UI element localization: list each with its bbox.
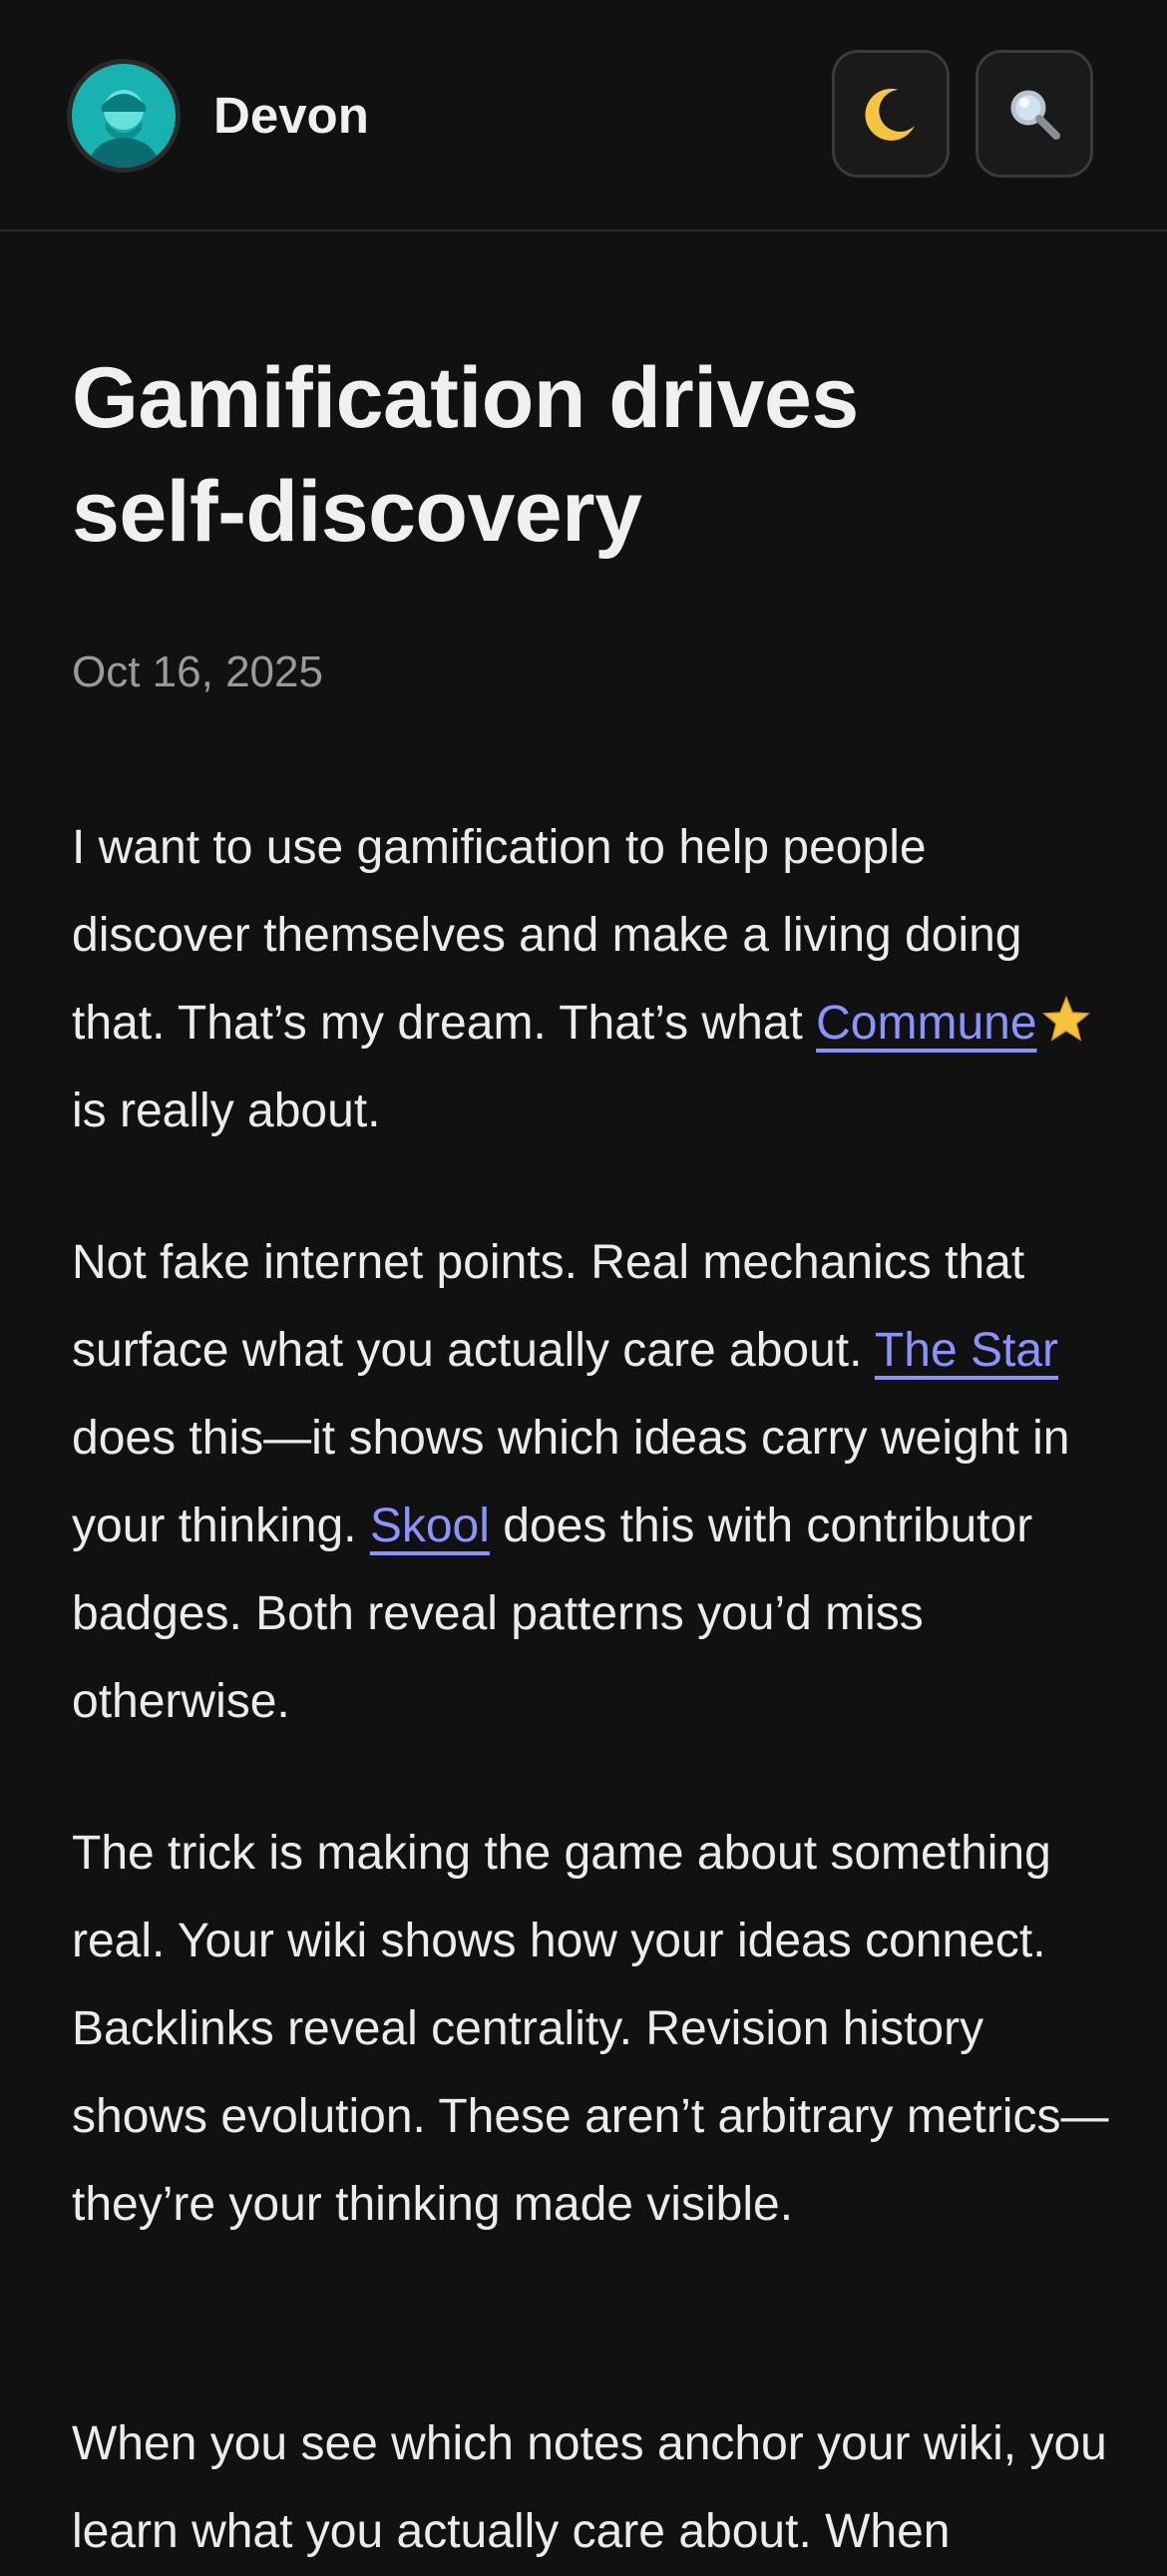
title-line-2: self-discovery [72,464,642,560]
moon-icon [865,88,915,141]
avatar[interactable] [72,64,176,168]
paragraph-1: I want to use gamification to help peopl… [72,804,1109,1155]
paragraph-2: Not fake internet points. Real mechanics… [72,1219,1109,1746]
paragraph-1-text-after: is really about. [72,1084,381,1137]
star-icon [1041,995,1090,1042]
link-skool[interactable]: Skool [370,1500,490,1552]
link-the-star[interactable]: The Star [875,1324,1058,1377]
paragraph-3: The trick is making the game about somet… [72,1827,1109,2231]
site-header: Devon [0,0,1167,231]
search-icon [1010,90,1060,140]
page-title: Gamification drives self-discovery [72,341,1089,569]
search-button[interactable] [975,50,1093,178]
theme-toggle-button[interactable] [832,50,950,178]
site-name[interactable]: Devon [213,86,369,146]
link-commune[interactable]: Commune [816,997,1036,1050]
avatar-portrait-icon [72,64,176,168]
title-line-1: Gamification drives [72,350,859,446]
post-date: Oct 16, 2025 [72,647,323,696]
paragraph-4: When you see which notes anchor your wik… [72,2417,1107,2558]
